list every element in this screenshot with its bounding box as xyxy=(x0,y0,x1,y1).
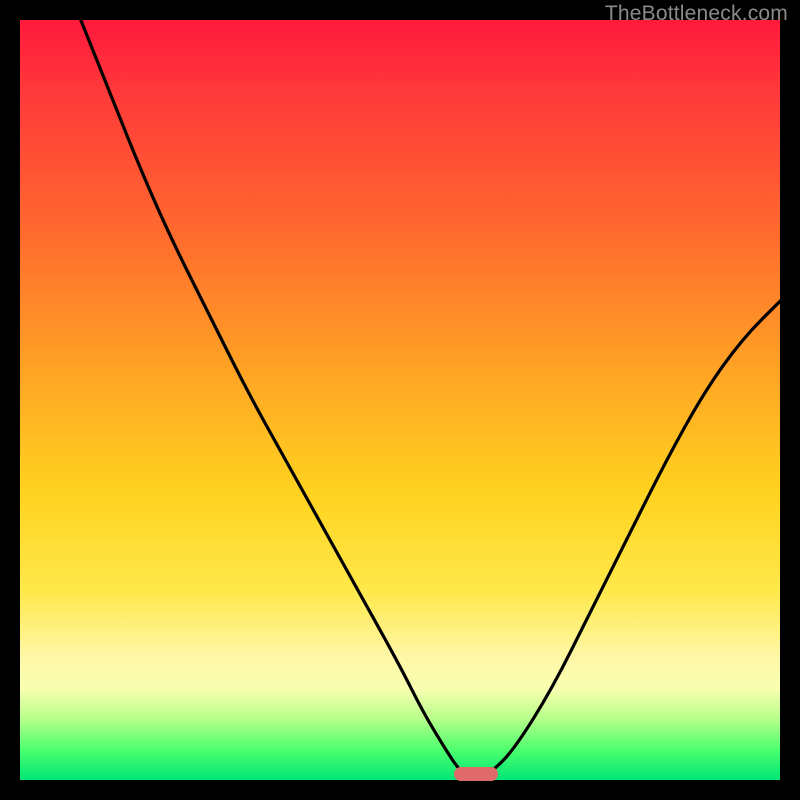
chart-frame: TheBottleneck.com xyxy=(0,0,800,800)
curve-path xyxy=(81,20,780,778)
chart-plot-area xyxy=(20,20,780,780)
optimum-marker xyxy=(454,767,498,781)
bottleneck-curve xyxy=(20,20,780,780)
watermark-text: TheBottleneck.com xyxy=(605,2,788,26)
